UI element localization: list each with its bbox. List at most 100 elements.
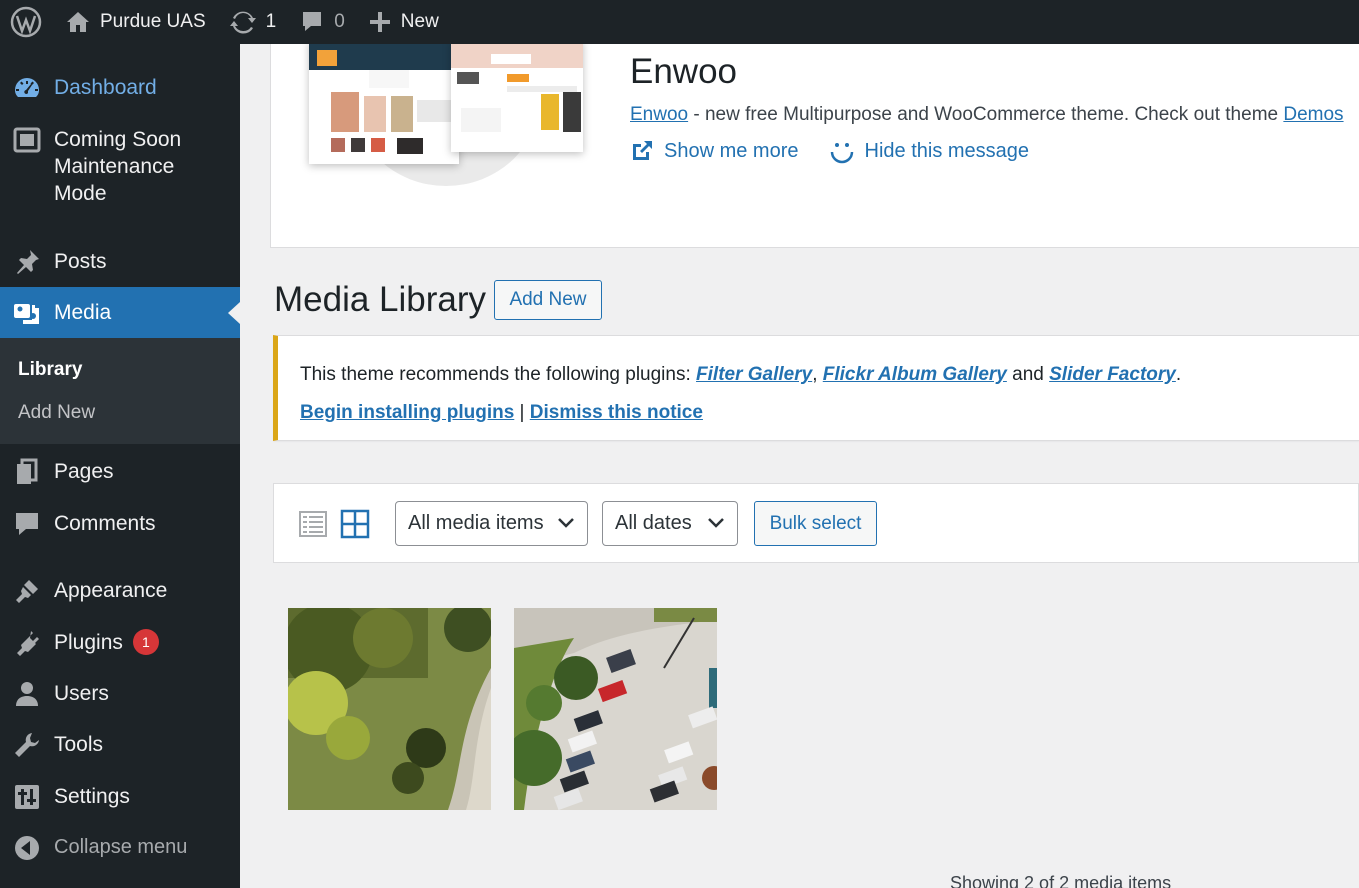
hide-message-link[interactable]: Hide this message: [829, 138, 1030, 164]
show-more-link[interactable]: Show me more: [630, 138, 799, 164]
grid-view-icon: [340, 509, 370, 539]
notice-intro: This theme recommends the following plug…: [300, 364, 697, 385]
begin-installing-plugins-link[interactable]: Begin installing plugins: [300, 402, 514, 423]
promo-desc-text: - new free Multipurpose and WooCommerce …: [688, 104, 1284, 125]
menu-label-dashboard: Dashboard: [54, 76, 157, 99]
add-new-media-button[interactable]: Add New: [494, 280, 602, 320]
updates-count: 1: [265, 11, 277, 32]
hide-message-label: Hide this message: [864, 139, 1030, 162]
wordpress-logo-icon: [10, 6, 42, 38]
wp-logo-menu[interactable]: [0, 0, 54, 44]
plugin-icon: [13, 629, 41, 657]
media-thumbnail[interactable]: [288, 608, 491, 810]
menu-label-mode: Mode: [54, 182, 107, 205]
notice-and: and: [1006, 364, 1050, 385]
promo-theme-link[interactable]: Enwoo: [630, 104, 688, 125]
current-menu-arrow: [228, 302, 240, 324]
media-type-filter[interactable]: All media items: [395, 501, 588, 546]
coming-soon-icon: [13, 126, 41, 154]
external-link-icon: [633, 141, 652, 160]
menu-label-maintenance: Maintenance: [54, 155, 175, 178]
media-count-status: Showing 2 of 2 media items: [950, 873, 1172, 888]
bulk-select-button[interactable]: Bulk select: [754, 501, 877, 546]
menu-label-plugins: Plugins 1: [54, 629, 159, 656]
pages-icon: [13, 458, 41, 486]
admin-bar: Purdue UAS 1 0 New: [0, 0, 1359, 44]
promo-description: Enwoo - new free Multipurpose and WooCom…: [630, 104, 1344, 126]
notice-actions: Begin installing plugins | Dismiss this …: [300, 402, 703, 424]
home-icon: [67, 12, 89, 32]
menu-item-posts[interactable]: Posts: [0, 248, 240, 278]
list-view-button[interactable]: [298, 509, 328, 539]
updates-icon: [229, 11, 256, 34]
updates-menu[interactable]: 1: [218, 0, 289, 44]
pushpin-icon: [13, 248, 41, 276]
notice-text: This theme recommends the following plug…: [300, 364, 1181, 386]
comments-menu[interactable]: 0: [288, 0, 357, 44]
plugin-link-filter-gallery[interactable]: Filter Gallery: [696, 364, 812, 385]
plugin-link-flickr-album-gallery[interactable]: Flickr Album Gallery: [823, 364, 1007, 385]
menu-item-dashboard[interactable]: Dashboard: [0, 74, 240, 104]
promo-actions: Show me more Hide this message: [630, 138, 1029, 164]
media-toolbar: All media items All dates Bulk select: [273, 483, 1359, 563]
menu-label-appearance: Appearance: [54, 579, 168, 602]
collapse-menu-button[interactable]: Collapse menu: [0, 834, 240, 864]
media-submenu: Library Add New: [0, 338, 240, 444]
date-filter[interactable]: All dates: [602, 501, 738, 546]
submenu-add-new[interactable]: Add New: [18, 402, 95, 424]
plugin-link-slider-factory[interactable]: Slider Factory: [1049, 364, 1176, 385]
users-icon: [13, 680, 41, 708]
menu-label-pages: Pages: [54, 460, 114, 483]
smiley-icon: [830, 143, 853, 164]
menu-item-coming-soon[interactable]: Coming Soon Maintenance Mode: [0, 126, 240, 210]
plugin-recommendation-notice: This theme recommends the following plug…: [273, 335, 1359, 441]
collapse-icon: [13, 834, 41, 862]
menu-item-tools[interactable]: Tools: [0, 731, 240, 761]
new-content-menu[interactable]: New: [357, 0, 451, 44]
menu-label-users: Users: [54, 682, 109, 705]
submenu-library[interactable]: Library: [18, 359, 82, 381]
comments-count: 0: [334, 11, 345, 32]
list-view-icon: [299, 511, 327, 537]
dismiss-notice-link[interactable]: Dismiss this notice: [530, 402, 703, 423]
menu-label-tools: Tools: [54, 733, 104, 756]
menu-label-coming-soon: Coming Soon: [54, 128, 182, 151]
media-type-filter-value: All media items: [408, 512, 544, 534]
menu-item-appearance[interactable]: Appearance: [0, 577, 240, 607]
comments-icon: [13, 510, 41, 538]
promo-demos-link[interactable]: Demos: [1283, 104, 1343, 125]
new-label: New: [400, 11, 439, 32]
aerial-parking-lot-photo: [514, 608, 717, 810]
menu-label-posts: Posts: [54, 250, 107, 273]
plugins-label-text: Plugins: [54, 631, 123, 654]
menu-item-comments[interactable]: Comments: [0, 510, 240, 540]
menu-item-media[interactable]: Media: [0, 287, 240, 338]
settings-icon: [13, 783, 41, 811]
menu-item-settings[interactable]: Settings: [0, 783, 240, 813]
show-more-label: Show me more: [664, 139, 799, 162]
media-icon: [13, 299, 41, 327]
site-name-menu[interactable]: Purdue UAS: [54, 0, 218, 44]
menu-label-collapse: Collapse menu: [54, 836, 188, 858]
wrench-icon: [13, 731, 41, 759]
media-thumbnail[interactable]: [514, 608, 717, 810]
paintbrush-icon: [13, 577, 41, 605]
dashboard-icon: [13, 74, 41, 102]
notice-divider: |: [514, 402, 530, 423]
menu-label-media: Media: [54, 301, 112, 324]
date-filter-value: All dates: [615, 512, 692, 534]
grid-view-button[interactable]: [340, 509, 370, 539]
menu-item-users[interactable]: Users: [0, 680, 240, 710]
menu-item-pages[interactable]: Pages: [0, 458, 240, 488]
promo-theme-title: Enwoo: [630, 52, 738, 91]
menu-item-plugins[interactable]: Plugins 1: [0, 629, 240, 659]
theme-preview-image-2: [451, 44, 583, 152]
menu-label-comments: Comments: [54, 512, 156, 535]
site-name: Purdue UAS: [100, 11, 206, 32]
theme-preview-image: [309, 44, 459, 164]
plugins-update-badge: 1: [132, 629, 159, 655]
notice-sep: ,: [812, 364, 823, 385]
chevron-down-icon: [558, 518, 574, 528]
comment-icon: [303, 12, 322, 31]
chevron-down-icon: [708, 518, 724, 528]
